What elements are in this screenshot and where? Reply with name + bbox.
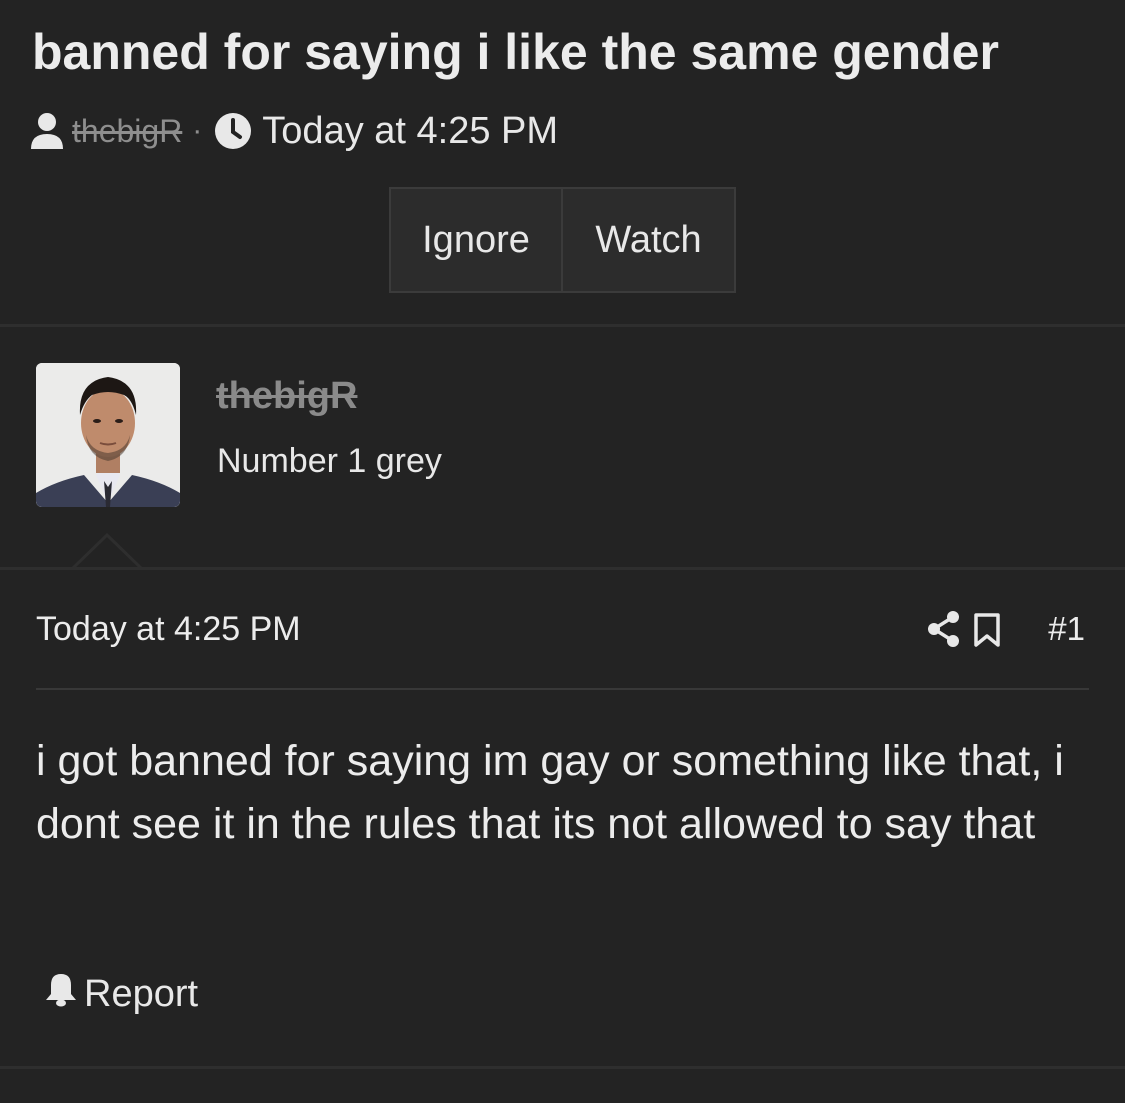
report-label: Report (84, 972, 199, 1015)
bell-icon (44, 971, 78, 1017)
thread-author-link[interactable]: thebigR (72, 113, 182, 150)
post-date-link[interactable]: Today at 4:25 PM (36, 610, 301, 649)
share-icon[interactable] (927, 610, 961, 653)
user-icon (30, 111, 64, 151)
thread-header: banned for saying i like the same gender… (0, 0, 1125, 324)
post-message-text: i got banned for saying im gay or someth… (36, 737, 1064, 848)
post-author-block: thebigR Number 1 grey (0, 327, 1125, 567)
watch-button[interactable]: Watch (563, 189, 734, 291)
post-body: Today at 4:25 PM #1 i got banned for say… (0, 570, 1125, 1066)
clock-icon (214, 112, 252, 150)
author-user-title: Number 1 grey (217, 442, 442, 480)
bookmark-icon[interactable] (973, 612, 1001, 653)
message-arrow (72, 533, 142, 569)
meta-separator: · (192, 114, 203, 147)
report-link[interactable]: Report (44, 970, 198, 1018)
thread-time-link[interactable]: Today at 4:25 PM (262, 110, 558, 153)
thread-meta: thebigR · Today at 4:25 PM (30, 108, 558, 154)
divider (0, 1066, 1125, 1069)
avatar[interactable] (36, 363, 180, 507)
divider (36, 688, 1089, 690)
ignore-button[interactable]: Ignore (391, 189, 563, 291)
thread-button-group: Ignore Watch (389, 187, 736, 293)
post-author-name[interactable]: thebigR (216, 375, 357, 418)
post-number-link[interactable]: #1 (1048, 610, 1085, 648)
page: banned for saying i like the same gender… (0, 0, 1125, 1103)
thread-title: banned for saying i like the same gender (32, 24, 999, 80)
